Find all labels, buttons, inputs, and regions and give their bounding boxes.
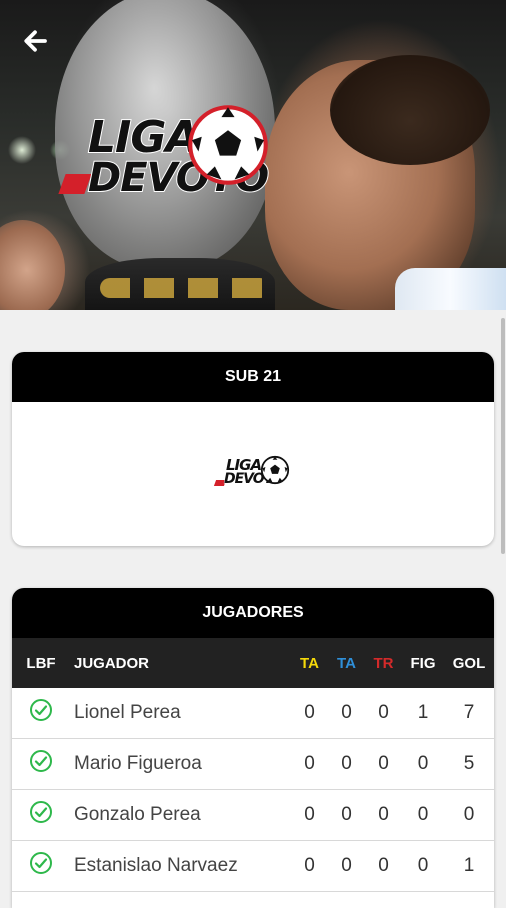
player-tr: 0: [378, 753, 389, 774]
player-fig: 0: [417, 753, 429, 774]
player-ta-yellow: 0: [304, 702, 315, 723]
player-gol: 1: [463, 855, 475, 876]
player-gol: 0: [463, 804, 475, 825]
player-tr: 0: [378, 702, 389, 723]
col-ta-blue: TA: [337, 654, 356, 672]
player-gol: 7: [463, 702, 475, 723]
player-fig: 1: [417, 702, 429, 723]
player-ta-yellow: 0: [304, 753, 315, 774]
check-circle-icon: [30, 852, 52, 874]
players-table-header: LBF JUGADOR TA TA TR FIG GOL: [12, 638, 494, 688]
soccer-ball-icon: [260, 455, 290, 485]
player-fig: 0: [417, 855, 429, 876]
player-name: Lionel Perea: [74, 702, 181, 723]
hero-banner: LIGA DEVOTO: [0, 0, 506, 310]
check-circle-icon: [30, 750, 52, 772]
col-tr: TR: [373, 654, 394, 672]
table-row[interactable]: Lionel Perea 0 0 0 1 7: [12, 688, 494, 739]
player-fig: 0: [417, 804, 429, 825]
check-circle-icon: [30, 801, 52, 823]
logo-line1: LIGA: [87, 112, 201, 163]
player-tr: 0: [378, 855, 389, 876]
col-gol: GOL: [452, 654, 486, 672]
player-ta-blue: 0: [341, 702, 352, 723]
player-ta-blue: 0: [341, 753, 352, 774]
player-name: Mario Figueroa: [74, 753, 202, 774]
table-row[interactable]: Mario Figueroa 0 0 0 0 5: [12, 739, 494, 790]
player-ta-blue: 0: [341, 855, 352, 876]
scrollbar[interactable]: [501, 318, 505, 554]
player-ta-yellow: 0: [304, 804, 315, 825]
col-jugador: JUGADOR: [74, 654, 150, 672]
player-tr: 0: [378, 804, 389, 825]
col-ta-yellow: TA: [300, 654, 319, 672]
back-button[interactable]: [18, 24, 52, 58]
arrow-left-icon: [24, 30, 47, 52]
col-fig: FIG: [410, 654, 436, 672]
col-lbf: LBF: [26, 654, 56, 672]
liga-devoto-logo-small: LIGA DEVOTO: [213, 454, 296, 494]
soccer-ball-icon: [188, 105, 268, 185]
table-row[interactable]: Estanislao Narvaez 0 0 0 0 1: [12, 841, 494, 892]
table-row[interactable]: Gonzalo Perea 0 0 0 0 0: [12, 790, 494, 841]
player-ta-yellow: 0: [304, 855, 315, 876]
liga-devoto-logo: LIGA DEVOTO: [58, 102, 277, 208]
category-title: SUB 21: [12, 352, 494, 402]
player-gol: 5: [463, 753, 475, 774]
player-name: Estanislao Narvaez: [74, 855, 238, 876]
check-circle-icon: [30, 699, 52, 721]
category-card: SUB 21 LIGA DEVOTO: [12, 352, 494, 546]
players-title: JUGADORES: [12, 588, 494, 638]
player-ta-blue: 0: [341, 804, 352, 825]
player-name: Gonzalo Perea: [74, 804, 201, 825]
players-card: JUGADORES LBF JUGADOR TA TA TR FIG GOL L…: [12, 588, 494, 908]
